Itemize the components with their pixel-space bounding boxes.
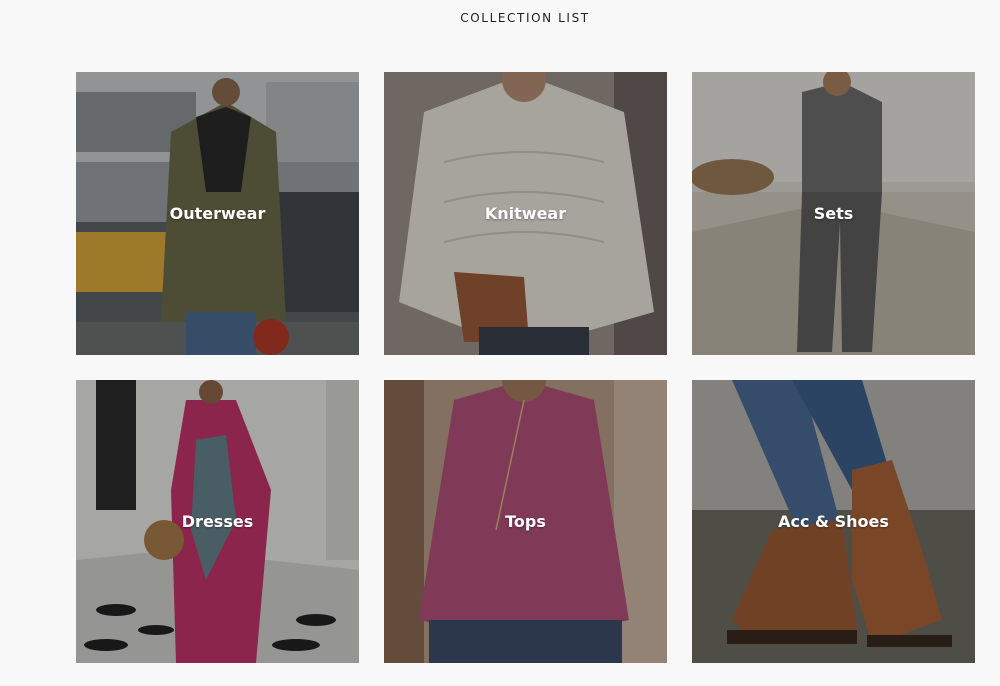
collection-grid: Outerwear Knitwear Sets Dresses Tops Acc…: [76, 72, 975, 663]
collection-card-dresses[interactable]: Dresses: [76, 380, 359, 663]
collection-label[interactable]: Dresses: [76, 512, 359, 531]
collection-label[interactable]: Outerwear: [76, 204, 359, 223]
collection-list-page: COLLECTION LIST Outerwear Knitwear Sets …: [0, 0, 1000, 686]
collection-card-outerwear[interactable]: Outerwear: [76, 72, 359, 355]
section-title: COLLECTION LIST: [460, 11, 590, 25]
collection-label[interactable]: Acc & Shoes: [692, 512, 975, 531]
collection-card-knitwear[interactable]: Knitwear: [384, 72, 667, 355]
collection-label[interactable]: Sets: [692, 204, 975, 223]
collection-label[interactable]: Knitwear: [384, 204, 667, 223]
collection-card-sets[interactable]: Sets: [692, 72, 975, 355]
collection-card-tops[interactable]: Tops: [384, 380, 667, 663]
collection-label[interactable]: Tops: [384, 512, 667, 531]
collection-card-acc-shoes[interactable]: Acc & Shoes: [692, 380, 975, 663]
